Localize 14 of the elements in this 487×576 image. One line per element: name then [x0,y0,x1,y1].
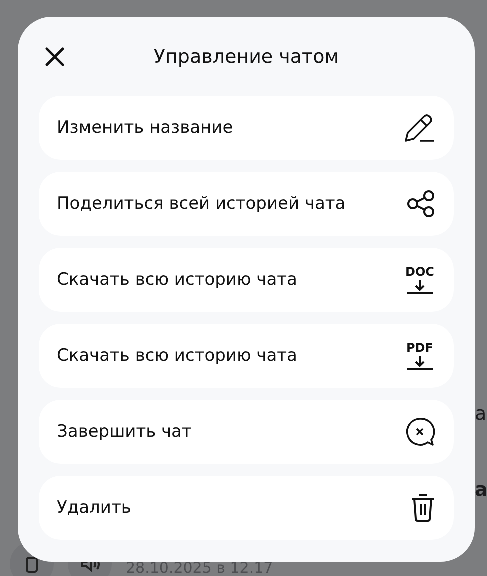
menu-item[interactable]: Изменить название [39,96,454,160]
menu-item[interactable]: Завершить чат [39,400,454,464]
close-icon[interactable] [44,46,66,68]
trash-icon [410,493,436,523]
menu-item[interactable]: Скачать всю историю чата PDF [39,324,454,388]
menu-item[interactable]: Поделиться всей историей чата [39,172,454,236]
pencil-icon [402,112,436,144]
share-icon [406,190,436,218]
text-fragment: а [475,478,487,503]
dialog-title: Управление чатом [154,46,340,68]
menu-item[interactable]: Скачать всю историю чата DOC [39,248,454,312]
chat-close-icon [404,416,436,448]
text-fragment: а [475,402,487,427]
menu-item[interactable]: Удалить [39,476,454,540]
